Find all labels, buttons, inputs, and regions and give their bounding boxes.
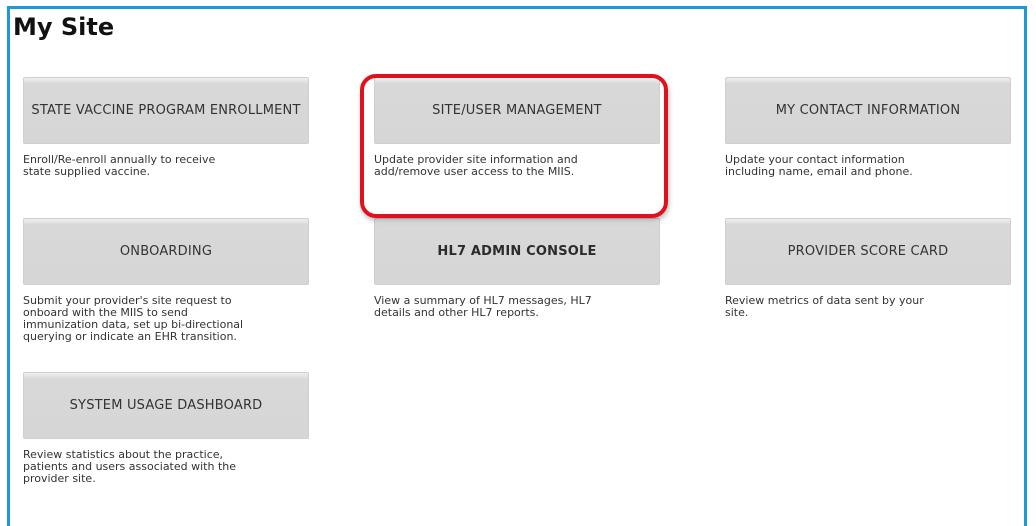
state-vaccine-program-enrollment-button[interactable]: STATE VACCINE PROGRAM ENROLLMENT (23, 77, 309, 144)
tile-system-usage-dashboard: SYSTEM USAGE DASHBOARD Review statistics… (23, 372, 309, 485)
highlight-annotation (360, 74, 668, 218)
tile-description: Review metrics of data sent by your site… (725, 294, 924, 319)
tile-description: View a summary of HL7 messages, HL7 deta… (374, 294, 592, 319)
system-usage-dashboard-button[interactable]: SYSTEM USAGE DASHBOARD (23, 372, 309, 439)
tile-description: Update your contact information includin… (725, 153, 913, 178)
page-title: My Site (13, 13, 115, 41)
tile-my-contact-information: MY CONTACT INFORMATION Update your conta… (725, 77, 1011, 178)
tile-onboarding: ONBOARDING Submit your provider's site r… (23, 218, 309, 343)
tile-description: Submit your provider's site request to o… (23, 294, 244, 343)
provider-score-card-button[interactable]: PROVIDER SCORE CARD (725, 218, 1011, 285)
tile-hl7-admin-console: HL7 ADMIN CONSOLE View a summary of HL7 … (374, 218, 660, 319)
my-contact-information-button[interactable]: MY CONTACT INFORMATION (725, 77, 1011, 144)
tile-state-vaccine-program-enrollment: STATE VACCINE PROGRAM ENROLLMENT Enroll/… (23, 77, 309, 178)
onboarding-button[interactable]: ONBOARDING (23, 218, 309, 285)
tile-provider-score-card: PROVIDER SCORE CARD Review metrics of da… (725, 218, 1011, 319)
hl7-admin-console-button[interactable]: HL7 ADMIN CONSOLE (374, 218, 660, 285)
tile-description: Review statistics about the practice, pa… (23, 448, 237, 485)
tile-description: Enroll/Re-enroll annually to receive sta… (23, 153, 216, 178)
